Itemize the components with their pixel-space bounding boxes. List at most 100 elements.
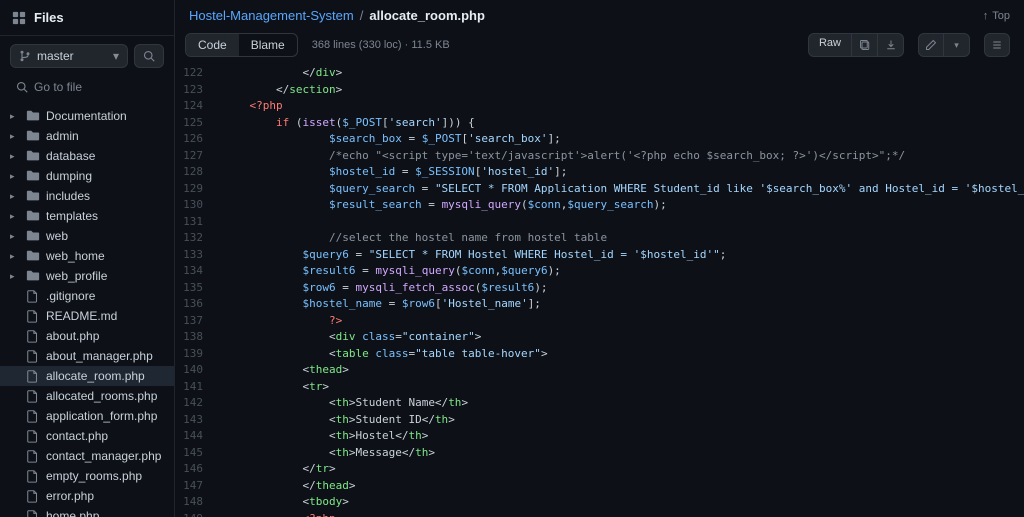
line-number[interactable]: 123 [175, 82, 217, 99]
line-number[interactable]: 124 [175, 98, 217, 115]
code-line: 148 <tbody> [175, 494, 1024, 511]
line-number[interactable]: 132 [175, 230, 217, 247]
caret-icon: ▸ [10, 131, 20, 142]
line-number[interactable]: 133 [175, 247, 217, 264]
caret-icon: ▸ [10, 151, 20, 162]
code-cell: <thead> [217, 362, 1024, 379]
line-number[interactable]: 140 [175, 362, 217, 379]
tree-folder[interactable]: ▸templates [0, 206, 174, 226]
goto-file-input[interactable]: Go to file [10, 76, 164, 98]
tree-folder[interactable]: ▸ Documentation [0, 106, 174, 126]
tree-folder[interactable]: ▸database [0, 146, 174, 166]
code-cell: $query6 = "SELECT * FROM Hostel WHERE Ho… [217, 247, 1024, 264]
line-number[interactable]: 145 [175, 445, 217, 462]
chevron-down-icon: ▾ [954, 40, 959, 51]
code-cell: //select the hostel name from hostel tab… [217, 230, 1024, 247]
tree-item-label: dumping [46, 169, 92, 183]
tree-item-label: web_home [46, 249, 105, 263]
code-cell: <th>Hostel</th> [217, 428, 1024, 445]
top-link[interactable]: ↑ Top [983, 10, 1010, 22]
tree-folder[interactable]: ▸includes [0, 186, 174, 206]
tab-blame[interactable]: Blame [239, 34, 297, 56]
code-cell: <?php [217, 511, 1024, 517]
tree-folder[interactable]: ▸admin [0, 126, 174, 146]
search-button[interactable] [134, 44, 164, 68]
code-viewer[interactable]: 122 </div>123 </section>124 <?php125 if … [175, 65, 1024, 517]
line-number[interactable]: 149 [175, 511, 217, 517]
tree-file[interactable]: allocated_rooms.php [0, 386, 174, 406]
download-button[interactable] [878, 33, 904, 57]
code-cell: ?> [217, 313, 1024, 330]
line-number[interactable]: 128 [175, 164, 217, 181]
line-number[interactable]: 131 [175, 214, 217, 231]
code-cell: </div> [217, 65, 1024, 82]
line-number[interactable]: 125 [175, 115, 217, 132]
edit-dropdown[interactable]: ▾ [944, 33, 970, 57]
line-number[interactable]: 137 [175, 313, 217, 330]
sidebar-title: Files [34, 10, 64, 25]
line-number[interactable]: 135 [175, 280, 217, 297]
breadcrumb-file: allocate_room.php [369, 8, 485, 23]
code-line: 141 <tr> [175, 379, 1024, 396]
tree-file[interactable]: README.md [0, 306, 174, 326]
line-number[interactable]: 148 [175, 494, 217, 511]
tree-item-label: Documentation [46, 109, 127, 123]
line-number[interactable]: 126 [175, 131, 217, 148]
tree-file[interactable]: home.php [0, 506, 174, 517]
line-number[interactable]: 147 [175, 478, 217, 495]
tree-file[interactable]: .gitignore [0, 286, 174, 306]
tree-folder[interactable]: ▸dumping [0, 166, 174, 186]
tree-file[interactable]: contact.php [0, 426, 174, 446]
view-tabs: Code Blame [185, 33, 298, 57]
line-number[interactable]: 136 [175, 296, 217, 313]
tree-file[interactable]: about.php [0, 326, 174, 346]
tree-item-label: includes [46, 189, 90, 203]
line-number[interactable]: 144 [175, 428, 217, 445]
code-cell: $hostel_name = $row6['Hostel_name']; [217, 296, 1024, 313]
copy-icon [859, 39, 871, 51]
tree-folder[interactable]: ▸web_profile [0, 266, 174, 286]
pencil-icon [925, 39, 937, 51]
tab-code[interactable]: Code [186, 34, 239, 56]
code-cell: $query_search = "SELECT * FROM Applicati… [217, 181, 1024, 198]
line-number[interactable]: 138 [175, 329, 217, 346]
breadcrumb: Hostel-Management-System / allocate_room… [175, 0, 1024, 29]
tree-file[interactable]: contact_manager.php [0, 446, 174, 466]
code-line: 124 <?php [175, 98, 1024, 115]
code-line: 145 <th>Message</th> [175, 445, 1024, 462]
line-number[interactable]: 146 [175, 461, 217, 478]
tree-file[interactable]: empty_rooms.php [0, 466, 174, 486]
tree-file[interactable]: about_manager.php [0, 346, 174, 366]
line-number[interactable]: 139 [175, 346, 217, 363]
tree-item-label: web [46, 229, 68, 243]
copy-button[interactable] [852, 33, 878, 57]
line-number[interactable]: 134 [175, 263, 217, 280]
tree-folder[interactable]: ▸web_home [0, 246, 174, 266]
edit-button[interactable] [918, 33, 944, 57]
line-number[interactable]: 122 [175, 65, 217, 82]
line-number[interactable]: 142 [175, 395, 217, 412]
code-cell: <tr> [217, 379, 1024, 396]
raw-button[interactable]: Raw [808, 33, 852, 57]
branch-selector[interactable]: master ▾ [10, 44, 128, 68]
line-number[interactable]: 141 [175, 379, 217, 396]
code-line: 137 ?> [175, 313, 1024, 330]
main-content: Hostel-Management-System / allocate_room… [175, 0, 1024, 517]
tree-file[interactable]: application_form.php [0, 406, 174, 426]
line-number[interactable]: 129 [175, 181, 217, 198]
code-line: 122 </div> [175, 65, 1024, 82]
line-number[interactable]: 130 [175, 197, 217, 214]
tree-file[interactable]: allocate_room.php [0, 366, 174, 386]
tree-item-label: .gitignore [46, 289, 95, 303]
code-cell: <?php [217, 98, 1024, 115]
tree-folder[interactable]: ▸web [0, 226, 174, 246]
code-cell: if (isset($_POST['search'])) { [217, 115, 1024, 132]
symbols-button[interactable] [984, 33, 1010, 57]
tree-file[interactable]: error.php [0, 486, 174, 506]
chevron-down-icon: ▾ [113, 49, 119, 63]
breadcrumb-repo[interactable]: Hostel-Management-System [189, 8, 354, 23]
line-number[interactable]: 143 [175, 412, 217, 429]
line-number[interactable]: 127 [175, 148, 217, 165]
arrow-up-icon: ↑ [983, 10, 989, 22]
caret-icon: ▸ [10, 111, 20, 122]
